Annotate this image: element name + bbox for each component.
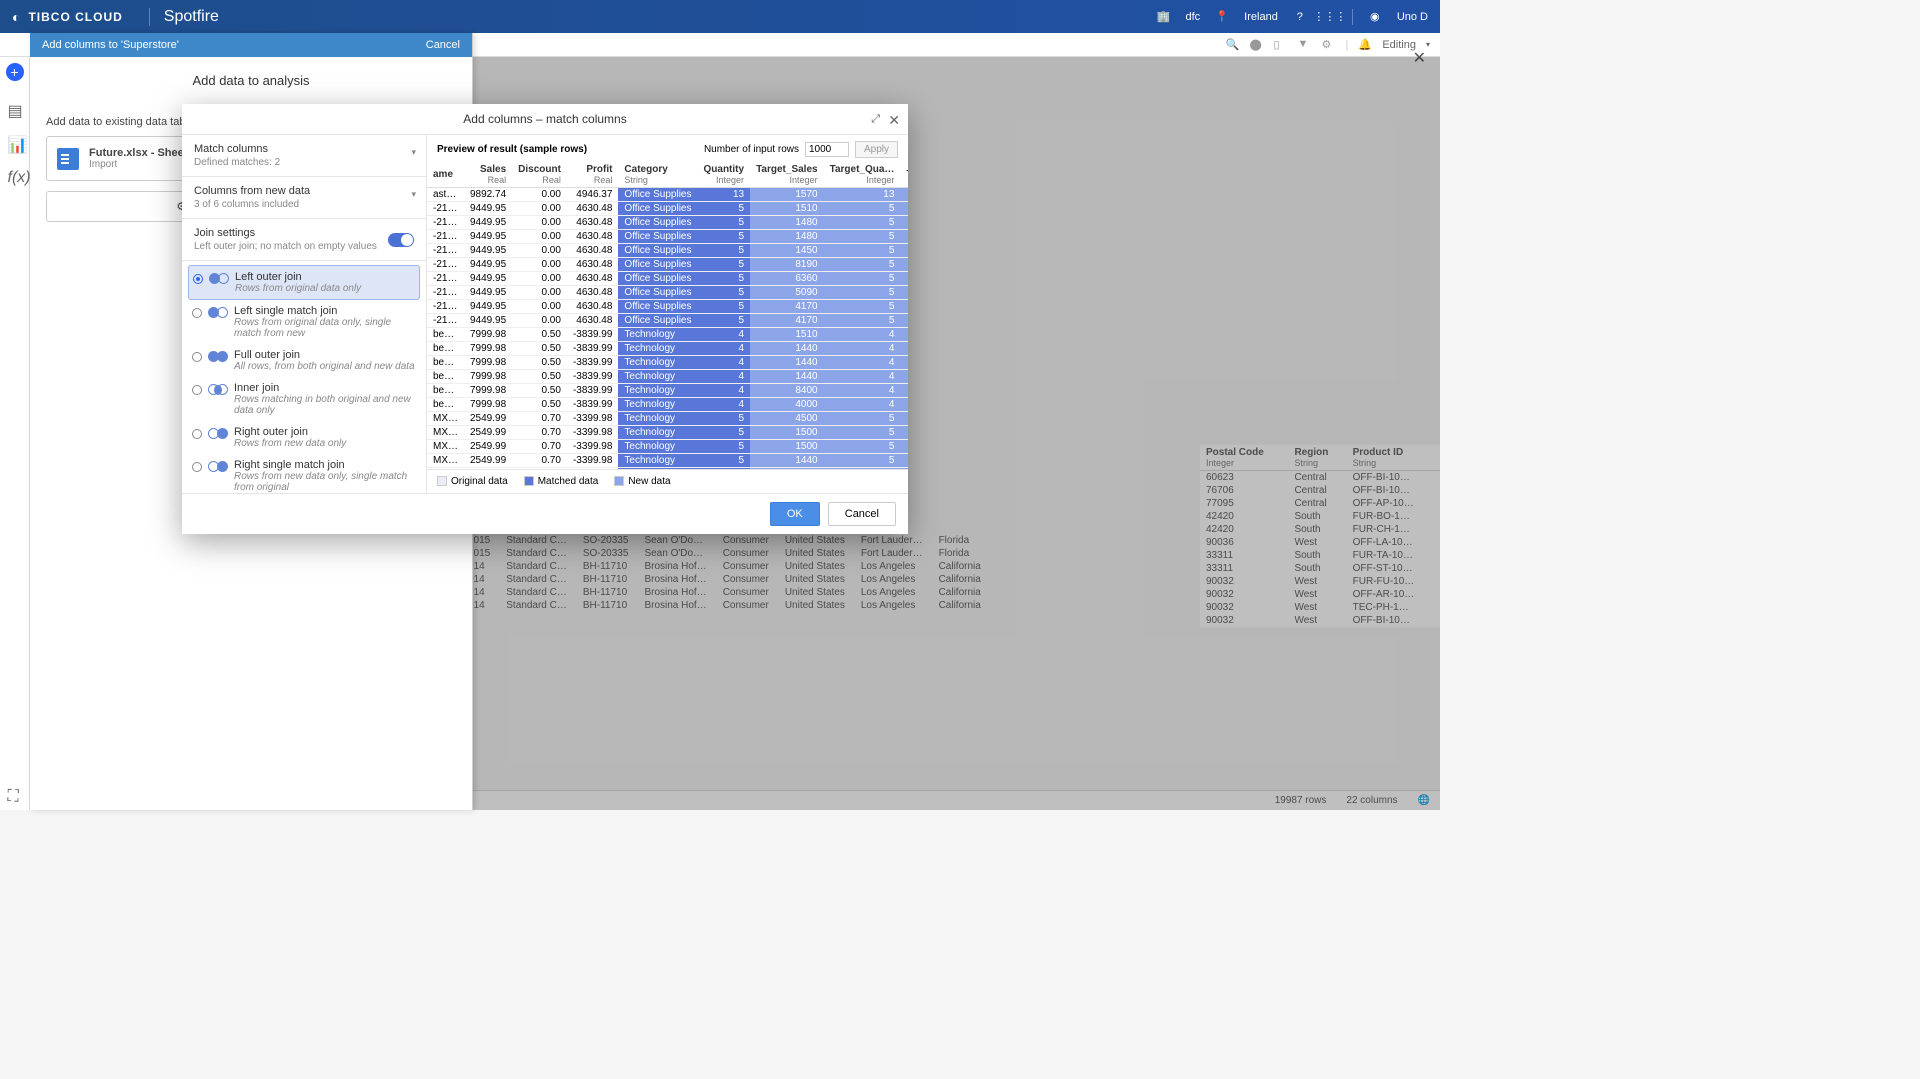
location-icon: 📍 — [1214, 9, 1230, 25]
preview-label: Preview of result (sample rows) — [437, 144, 587, 155]
input-rows-label: Number of input rows — [704, 144, 799, 155]
search-icon[interactable]: 🔍 — [1225, 38, 1239, 52]
join-settings-toggle[interactable] — [388, 233, 414, 247]
region-label[interactable]: Ireland — [1244, 11, 1278, 23]
chevron-down-icon: ▾ — [411, 147, 416, 158]
venn-icon — [209, 273, 229, 285]
preview-table: ameSalesRealDiscountRealProfitRealCatego… — [427, 162, 908, 469]
apply-button[interactable]: Apply — [855, 141, 898, 158]
fx-panel-icon[interactable]: f(x) — [8, 169, 22, 183]
find-icon[interactable]: ⛶ — [8, 788, 22, 802]
product-name: Spotfire — [149, 8, 219, 26]
legend: Original data Matched data New data — [427, 469, 908, 493]
table-row[interactable]: be…7999.980.50-3839.99Technology414404 — [427, 356, 908, 370]
settings-icon[interactable]: ⚙ — [1321, 38, 1335, 52]
radio-icon — [192, 462, 202, 472]
section-join-settings: Join settings Left outer join; no match … — [182, 219, 426, 261]
input-rows-field[interactable] — [805, 142, 849, 157]
left-rail: + ▤ 📊 f(x) ⛶ — [0, 57, 30, 810]
chevron-down-icon: ▾ — [411, 189, 416, 200]
mode-label[interactable]: Editing — [1382, 39, 1416, 51]
flyout-breadcrumb: Add columns to 'Superstore' — [42, 39, 179, 51]
venn-icon — [208, 428, 228, 440]
table-row[interactable]: -21…9449.950.004630.48Office Supplies550… — [427, 286, 908, 300]
table-row[interactable]: -21…9449.950.004630.48Office Supplies514… — [427, 216, 908, 230]
app-header: ◐ TIBCO CLOUD Spotfire 🏢 dfc 📍 Ireland ?… — [0, 0, 1440, 33]
join-option[interactable]: Left single match join Rows from origina… — [188, 300, 420, 344]
table-row[interactable]: -21…9449.950.004630.48Office Supplies541… — [427, 314, 908, 328]
existing-label: Add data to existing data table: — [46, 116, 197, 128]
join-option[interactable]: Right single match join Rows from new da… — [188, 454, 420, 493]
table-row[interactable]: be…7999.980.50-3839.99Technology484004 — [427, 384, 908, 398]
settings-pane: Match columns Defined matches: 2 ▾ Colum… — [182, 135, 427, 493]
user-avatar-icon[interactable]: ◉ — [1367, 9, 1383, 25]
table-row[interactable]: MX…2549.990.70-3399.98Technology545005 — [427, 412, 908, 426]
expand-icon[interactable]: ⤢ — [871, 113, 880, 126]
radio-icon — [192, 352, 202, 362]
close-icon[interactable]: ✕ — [888, 112, 900, 129]
join-option[interactable]: Inner join Rows matching in both origina… — [188, 377, 420, 421]
table-row[interactable]: be…7999.980.50-3839.99Technology414404 — [427, 342, 908, 356]
section-match-columns[interactable]: Match columns Defined matches: 2 ▾ — [182, 135, 426, 177]
venn-icon — [208, 461, 228, 473]
file-action: Import — [89, 159, 194, 170]
table-row[interactable]: -21…9449.950.004630.48Office Supplies541… — [427, 300, 908, 314]
filter-icon[interactable]: ▼ — [1297, 38, 1311, 52]
table-row[interactable]: -21…9449.950.004630.48Office Supplies563… — [427, 272, 908, 286]
tag-icon[interactable]: ⬤ — [1249, 38, 1263, 52]
flyout-title: Add data to analysis — [30, 57, 472, 104]
preview-pane: Preview of result (sample rows) Number o… — [427, 135, 908, 493]
table-row[interactable]: be…7999.980.50-3839.99Technology415104 — [427, 328, 908, 342]
join-option[interactable]: Full outer join All rows, from both orig… — [188, 344, 420, 377]
radio-icon — [192, 308, 202, 318]
dialog-title: Add columns – match columns — [463, 112, 626, 126]
help-icon[interactable]: ? — [1292, 9, 1308, 25]
table-row[interactable]: MX…2549.990.70-3399.98Technology515005 — [427, 426, 908, 440]
venn-icon — [208, 384, 228, 396]
building-icon: 🏢 — [1155, 9, 1171, 25]
table-row[interactable]: be…7999.980.50-3839.99Technology440004 — [427, 398, 908, 412]
table-row[interactable]: -21…9449.950.004630.48Office Supplies514… — [427, 244, 908, 258]
radio-icon — [192, 385, 202, 395]
join-option[interactable]: Right outer join Rows from new data only — [188, 421, 420, 454]
bookmark-icon[interactable]: ▯ — [1273, 38, 1287, 52]
table-row[interactable]: ast…9892.740.004946.37Office Supplies131… — [427, 188, 908, 202]
org-label[interactable]: dfc — [1185, 11, 1200, 23]
ok-button[interactable]: OK — [770, 502, 820, 526]
notification-icon[interactable]: 🔔 — [1358, 38, 1372, 52]
add-button[interactable]: + — [6, 63, 24, 81]
join-option[interactable]: Left outer join Rows from original data … — [188, 265, 420, 300]
tibco-logo-icon: ◐ — [12, 9, 20, 25]
table-row[interactable]: be…7999.980.50-3839.99Technology414404 — [427, 370, 908, 384]
section-new-columns[interactable]: Columns from new data 3 of 6 columns inc… — [182, 177, 426, 219]
match-columns-dialog: Add columns – match columns ⤢ ✕ Match co… — [182, 104, 908, 534]
radio-icon — [193, 274, 203, 284]
user-name[interactable]: Uno D — [1397, 11, 1428, 23]
file-icon — [57, 148, 79, 170]
brand-area: ◐ TIBCO CLOUD Spotfire — [12, 8, 219, 26]
brand-name: TIBCO CLOUD — [28, 10, 122, 24]
cancel-button[interactable]: Cancel — [828, 502, 896, 526]
data-panel-icon[interactable]: ▤ — [8, 101, 22, 115]
table-row[interactable]: -21…9449.950.004630.48Office Supplies581… — [427, 258, 908, 272]
apps-icon[interactable]: ⋮⋮⋮ — [1322, 9, 1338, 25]
table-row[interactable]: -21…9449.950.004630.48Office Supplies514… — [427, 230, 908, 244]
venn-icon — [208, 351, 228, 363]
flyout-cancel[interactable]: Cancel — [426, 39, 460, 51]
file-name: Future.xlsx - Sheet1 — [89, 147, 194, 159]
radio-icon — [192, 429, 202, 439]
venn-icon — [208, 307, 228, 319]
viz-panel-icon[interactable]: 📊 — [8, 135, 22, 149]
mode-dropdown-icon[interactable]: ▾ — [1426, 40, 1430, 49]
table-row[interactable]: MX…2549.990.70-3399.98Technology515005 — [427, 440, 908, 454]
table-row[interactable]: MX…2549.990.70-3399.98Technology514405 — [427, 454, 908, 468]
table-row[interactable]: -21…9449.950.004630.48Office Supplies515… — [427, 202, 908, 216]
